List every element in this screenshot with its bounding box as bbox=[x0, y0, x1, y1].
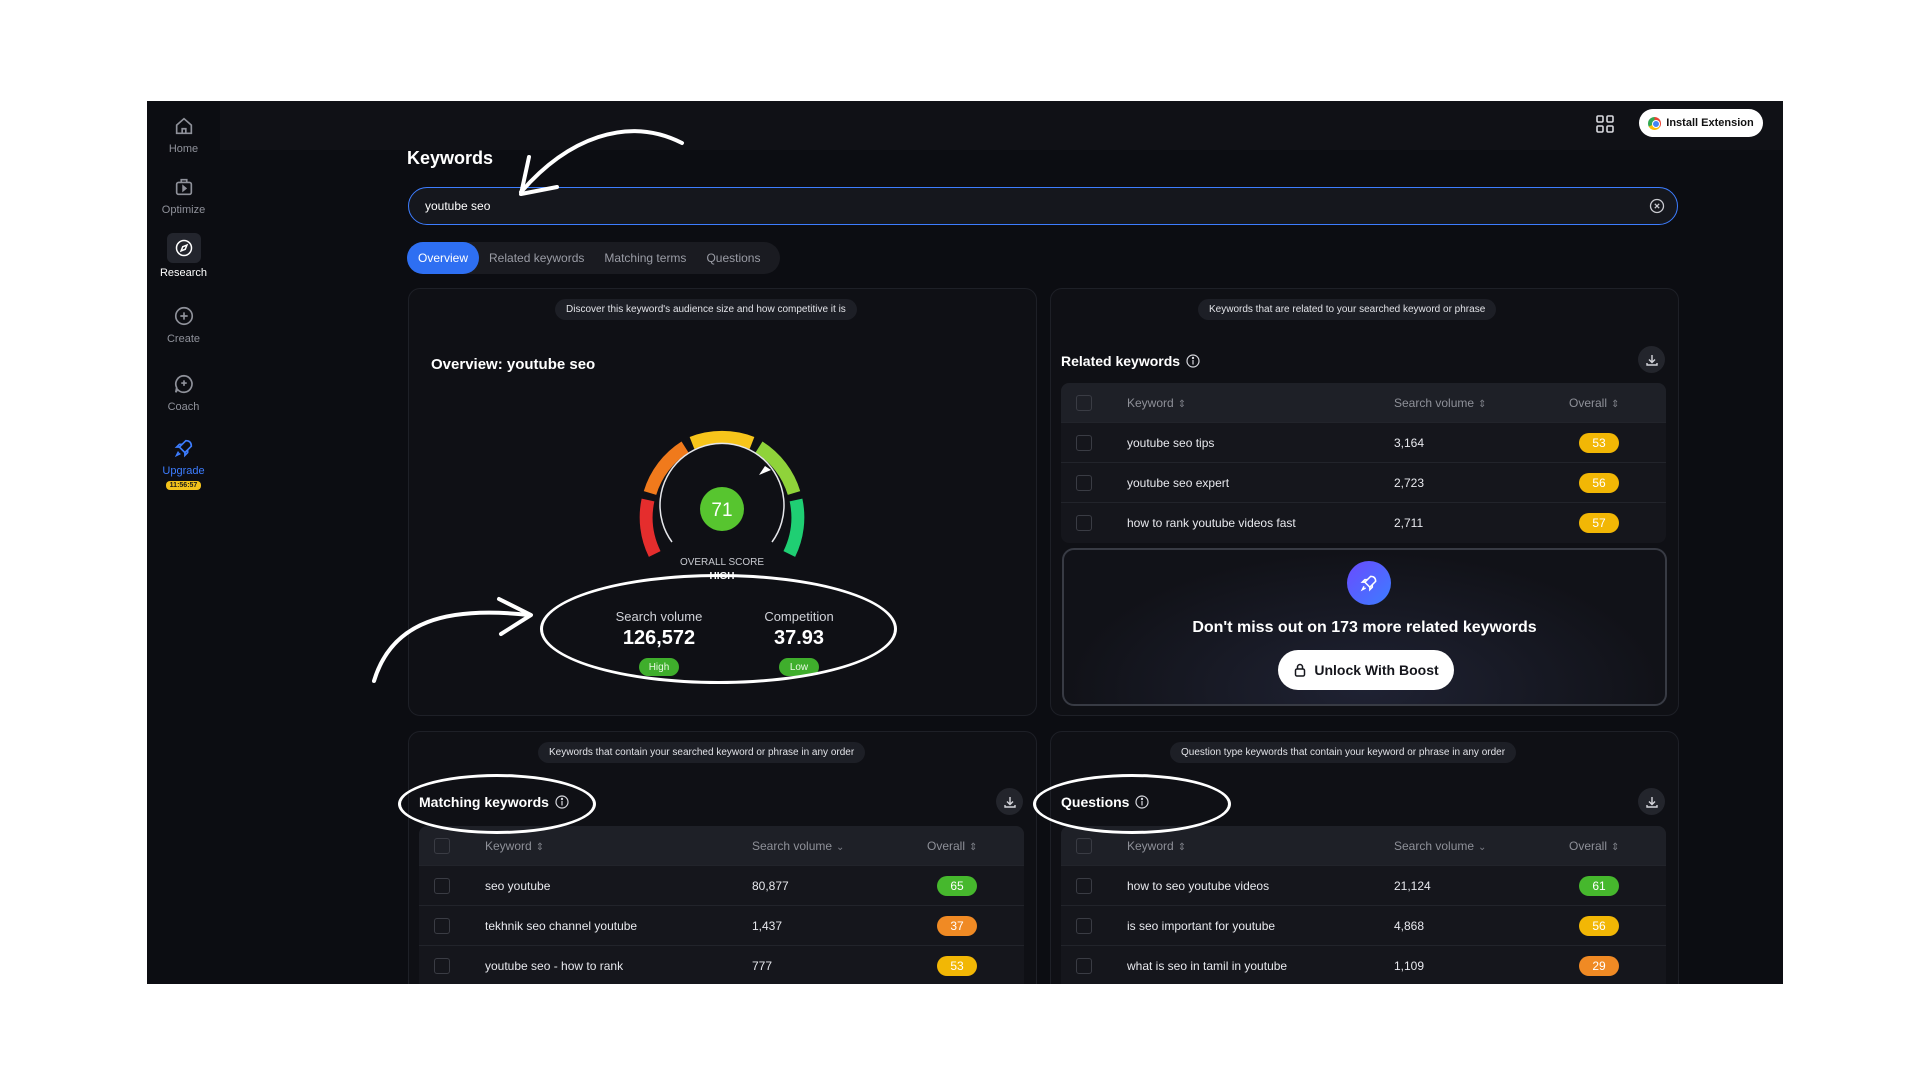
arrow-to-metrics-head bbox=[497, 597, 533, 636]
app-window: Home Optimize Research Create Coach Upgr… bbox=[147, 101, 1783, 984]
annotation-arrows bbox=[372, 129, 684, 683]
arrow-to-metrics bbox=[372, 610, 531, 683]
arrow-to-search bbox=[519, 129, 684, 194]
